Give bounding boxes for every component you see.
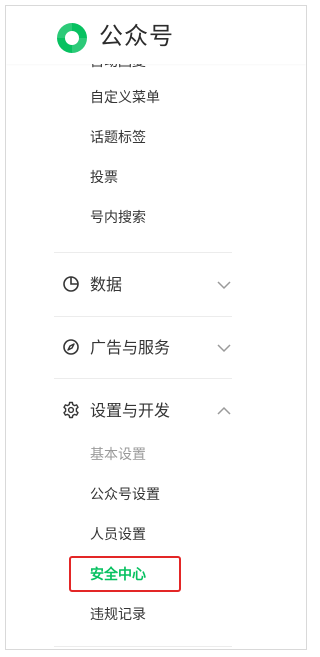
- menu-item-account-settings[interactable]: 公众号设置: [90, 485, 160, 505]
- chevron-up-icon: [217, 406, 231, 415]
- section-label: 广告与服务: [90, 338, 171, 357]
- section-label: 设置与开发: [90, 401, 171, 420]
- divider: [54, 252, 232, 253]
- divider: [54, 378, 232, 379]
- app-title: 公众号: [99, 22, 174, 50]
- menu-item-basic-settings[interactable]: 基本设置: [90, 445, 146, 465]
- divider: [54, 646, 232, 647]
- app-header: 公众号: [6, 6, 306, 64]
- chevron-down-icon: [217, 344, 231, 353]
- menu-item-custom-menu[interactable]: 自定义菜单: [90, 88, 160, 108]
- menu-item-staff-settings[interactable]: 人员设置: [90, 525, 146, 545]
- divider: [54, 316, 232, 317]
- compass-icon: [63, 339, 79, 355]
- gear-icon: [63, 401, 79, 419]
- section-data[interactable]: 数据: [54, 267, 232, 303]
- sidebar-panel: 自动回复 公众号 自定义菜单 话题标签 投票 号内搜索 数据 广告与: [5, 5, 307, 650]
- section-label: 数据: [90, 275, 123, 294]
- menu-item-search[interactable]: 号内搜索: [90, 208, 146, 228]
- section-ads-services[interactable]: 广告与服务: [54, 330, 232, 366]
- menu-item-topic-tags[interactable]: 话题标签: [90, 128, 146, 148]
- section-settings-dev[interactable]: 设置与开发: [54, 393, 232, 429]
- highlight-box: [69, 556, 181, 592]
- chart-pie-icon: [63, 276, 79, 292]
- wechat-official-logo-icon: [57, 23, 87, 53]
- menu-item-vote[interactable]: 投票: [90, 168, 118, 188]
- menu-item-violation-records[interactable]: 违规记录: [90, 605, 146, 625]
- chevron-down-icon: [217, 281, 231, 290]
